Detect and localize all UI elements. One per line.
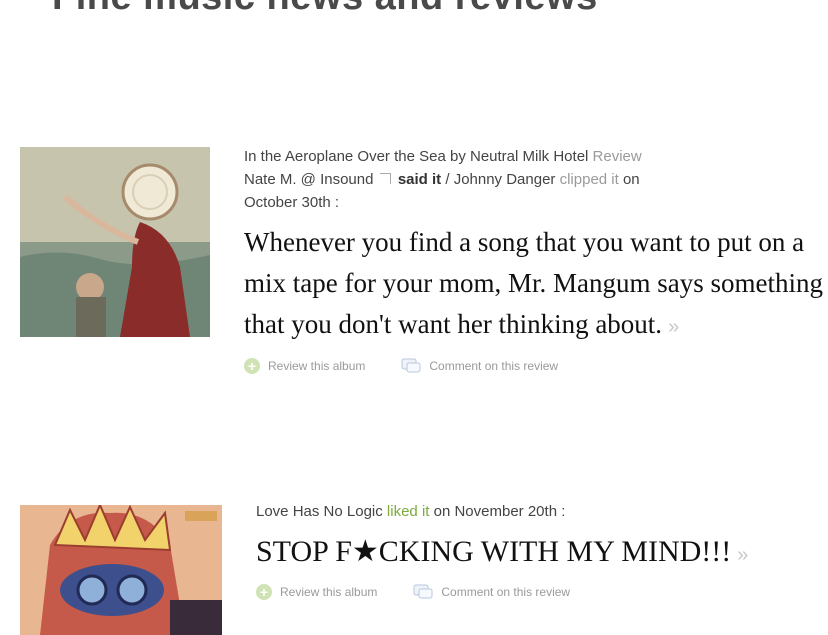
on-text: on <box>622 171 640 188</box>
review-meta: In the Aeroplane Over the Sea by Neutral… <box>244 145 824 214</box>
review-date: October 30th : <box>244 194 340 211</box>
author-link[interactable]: Nate M. @ Insound <box>244 171 373 188</box>
read-more-link[interactable]: » <box>737 544 748 566</box>
comment-review-button[interactable]: Comment on this review <box>413 584 570 600</box>
review-album-label: Review this album <box>268 359 366 373</box>
censor-star-icon: ★ <box>351 535 379 568</box>
artist-link[interactable]: Neutral Milk Hotel <box>470 148 588 165</box>
review-album-button[interactable]: + Review this album <box>256 584 377 600</box>
review-type-link[interactable]: Review <box>593 148 642 165</box>
like-meta: Love Has No Logic liked it on November 2… <box>256 500 828 523</box>
quote-text: Whenever you find a song that you want t… <box>244 227 823 339</box>
quote-text-end: CKING WITH MY MIND!!! <box>378 535 732 568</box>
comment-icon <box>401 358 421 373</box>
plus-circle-icon: + <box>256 584 272 600</box>
comment-review-label: Comment on this review <box>441 585 571 599</box>
like-date: on November 20th : <box>433 503 566 520</box>
read-more-link[interactable]: » <box>668 316 679 338</box>
by-text: by <box>449 148 466 165</box>
album-cover[interactable] <box>20 505 222 635</box>
review-quote[interactable]: Whenever you find a song that you want t… <box>244 222 824 348</box>
entry-actions: + Review this album Comment on this revi… <box>244 358 824 374</box>
separator: / <box>445 171 450 188</box>
quote-text-start: STOP F <box>256 535 352 568</box>
said-it-link[interactable]: said it <box>398 171 441 188</box>
comment-icon <box>413 584 433 599</box>
album-cover[interactable] <box>20 147 210 337</box>
page-heading: Fine music news and reviews <box>52 0 598 19</box>
clipper-link[interactable]: Johnny Danger <box>454 171 556 188</box>
review-quote[interactable]: STOP F★CKING WITH MY MIND!!!» <box>256 533 828 574</box>
review-entry: Love Has No Logic liked it on November 2… <box>20 500 820 635</box>
album-title-link[interactable]: In the Aeroplane Over the Sea <box>244 148 446 165</box>
clipped-it-text: clipped it <box>559 171 619 188</box>
user-link[interactable]: Love Has No Logic <box>256 503 383 520</box>
plus-circle-icon: + <box>244 358 260 374</box>
comment-review-button[interactable]: Comment on this review <box>401 358 558 374</box>
liked-it-link[interactable]: liked it <box>387 503 430 520</box>
review-album-label: Review this album <box>280 585 378 599</box>
review-album-button[interactable]: + Review this album <box>244 358 365 374</box>
comment-review-label: Comment on this review <box>429 359 559 373</box>
external-link-icon <box>379 173 391 184</box>
entry-actions: + Review this album Comment on this revi… <box>256 584 828 600</box>
review-entry: In the Aeroplane Over the Sea by Neutral… <box>20 145 823 435</box>
